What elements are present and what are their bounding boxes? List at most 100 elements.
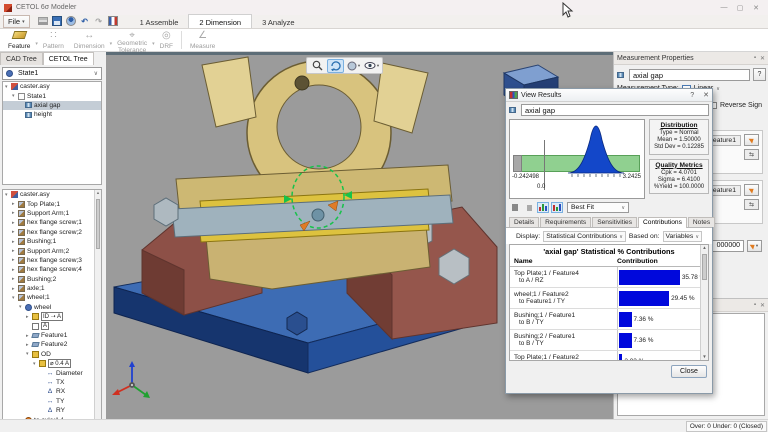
contribution-row[interactable]: wheel;1 / Feature2 to Feature1 / TY 29.4… [510,288,708,309]
value-picker-button[interactable]: ▾ [747,240,762,252]
tree-item[interactable]: ▸ hex flange screw;1 [3,218,101,227]
pattern-button[interactable]: ∷ Pattern [38,29,69,51]
results-tab[interactable]: Notes [688,217,715,227]
tree-item[interactable]: A [3,321,101,330]
pin-icon[interactable]: ▪ [754,302,756,308]
panel-header[interactable]: Measurement Properties ▪ ✕ [614,52,768,65]
redo-icon[interactable]: ↷ [94,16,104,26]
distribution-chart[interactable]: -0.242498 3.2425 0.0 [509,119,645,199]
window-titlebar[interactable]: CETOL 6σ Modeler — ▢ ✕ [0,0,768,15]
orbit-tool-button[interactable] [327,59,344,73]
close-dialog-button[interactable]: Close [671,365,707,378]
maximize-button[interactable]: ▢ [732,2,748,13]
display-selector[interactable]: Statistical Contributions ∨ [543,231,626,242]
tree-item[interactable]: ▸ axle;1 [3,284,101,293]
measure-button[interactable]: ∠ Measure [185,29,220,51]
help-button[interactable]: ? [753,68,766,81]
histogram-toggle-button[interactable] [537,202,549,213]
scroll-up-icon[interactable]: ▲ [96,190,100,195]
zoom-tool-button[interactable] [309,59,326,73]
undo-icon[interactable]: ↶ [80,16,90,26]
tab-cad-tree[interactable]: CAD Tree [0,52,43,65]
tree-item[interactable]: ▸ hex flange screw;2 [3,228,101,237]
bar-view-toggle-button[interactable] [551,202,563,213]
tree-item[interactable]: ▸ Feature2 [3,340,101,349]
contribution-column-header[interactable]: Contribution [617,258,658,265]
tree-item[interactable]: axial gap [3,101,101,110]
report-icon[interactable] [108,16,118,26]
feature-button[interactable]: Feature [3,29,35,51]
tree-item[interactable]: ▸ Bushing;2 [3,275,101,284]
swap-button[interactable]: ⇆ [744,199,759,210]
workflow-tab[interactable]: 3 Analyze [252,14,305,28]
tree-item[interactable]: ▸ Bushing;1 [3,237,101,246]
file-menu-button[interactable]: File ▾ [3,15,30,28]
based-on-selector[interactable]: Variables ∨ [663,231,703,242]
workflow-tab[interactable]: 2 Dimension [188,14,252,28]
display-style-button[interactable]: ▾ [345,59,362,73]
tree-item[interactable]: Δ RY [3,406,101,415]
drf-button[interactable]: ◎ DRF [155,29,178,51]
dialog-measurement-input[interactable]: axial gap [521,104,709,116]
tree-item[interactable]: ↔ TX [3,378,101,387]
tree-item[interactable]: ▾ caster.asy [3,190,101,199]
tree-item[interactable]: ▾ wheel [3,303,101,312]
results-tab[interactable]: Requirements [540,217,591,227]
feature-picker-button[interactable] [744,134,759,146]
tree-item[interactable]: ▸ Top Plate;1 [3,199,101,208]
results-tab[interactable]: Contributions [638,217,687,228]
feature-picker-button[interactable] [744,184,759,196]
save-icon[interactable] [52,16,62,26]
tree-item[interactable]: ▸ ID ➝ A [3,312,101,321]
tree-item[interactable]: ▸ Support Arm;1 [3,209,101,218]
print-icon[interactable] [38,17,48,25]
close-button[interactable]: ✕ [748,2,764,13]
name-column-header[interactable]: Name [514,258,617,265]
tree-item[interactable]: ▸ hex flange screw;4 [3,265,101,274]
geometric-tolerance-button[interactable]: ⌖ Geometric Tolerance [112,29,152,51]
user-icon[interactable] [66,16,76,26]
export-button[interactable] [509,202,521,213]
state-selector[interactable]: State1 ∨ [2,67,102,80]
close-icon[interactable]: ✕ [760,302,765,309]
filter-button[interactable] [523,202,535,213]
contribution-row[interactable]: Top Plate;1 / Feature4 to A / RZ 35.78 % [510,267,708,288]
reverse-sign-option[interactable]: Reverse Sign [710,102,762,109]
contribution-row[interactable]: Top Plate;1 / Feature2 to A|B|C / RY 2.0… [510,351,708,361]
tree-item[interactable]: ↔ TY [3,397,101,406]
tree-item[interactable]: ▾ caster.asy [3,82,101,91]
close-icon[interactable]: ✕ [760,55,765,62]
contribution-row[interactable]: Bushing;2 / Feature1 to B / TY 7.36 % [510,330,708,351]
visibility-button[interactable]: ▾ [363,59,380,73]
results-tab[interactable]: Sensitivities [592,217,637,227]
tree-item[interactable]: ▾ State1 [3,91,101,100]
minimize-button[interactable]: — [716,2,732,13]
tree-item[interactable]: ▸ hex flange screw;3 [3,256,101,265]
close-icon[interactable]: ✕ [703,91,709,99]
tree-item[interactable]: ▸ Support Arm;2 [3,246,101,255]
help-icon[interactable]: ? [690,92,694,99]
tree-item[interactable]: ▾ OD [3,350,101,359]
tree-item[interactable]: height [3,110,101,119]
scrollbar-thumb[interactable] [96,199,100,249]
contribution-row[interactable]: Bushing;1 / Feature1 to B / TY 7.36 % [510,309,708,330]
tab-cetol-tree[interactable]: CETOL Tree [43,52,94,65]
table-scrollbar[interactable]: ▲ ▼ [700,245,708,360]
tree-item[interactable]: ▾ wheel;1 [3,293,101,302]
tree-item[interactable]: Δ RX [3,387,101,396]
dimension-button[interactable]: ↔ Dimension [69,29,110,51]
dialog-titlebar[interactable]: View Results ? ✕ [506,89,712,102]
tree-item[interactable]: ↔ Diameter [3,368,101,377]
scrollbar-thumb[interactable] [702,254,707,280]
scroll-down-icon[interactable]: ▼ [701,354,708,359]
fit-selector[interactable]: Best Fit ∨ [567,202,629,213]
tree-scrollbar[interactable]: ▲ [94,190,101,432]
workflow-tab[interactable]: 1 Assemble [130,14,189,28]
measurement-name-input[interactable]: axial gap [629,69,750,81]
pin-icon[interactable]: ▪ [754,55,756,61]
results-tab[interactable]: Details [509,217,539,227]
tree-item[interactable]: ▸ Feature1 [3,331,101,340]
swap-button[interactable]: ⇆ [744,149,759,160]
scroll-up-icon[interactable]: ▲ [702,245,706,250]
tree-item[interactable]: ▾ ⌀ 0.4 A [3,359,101,368]
